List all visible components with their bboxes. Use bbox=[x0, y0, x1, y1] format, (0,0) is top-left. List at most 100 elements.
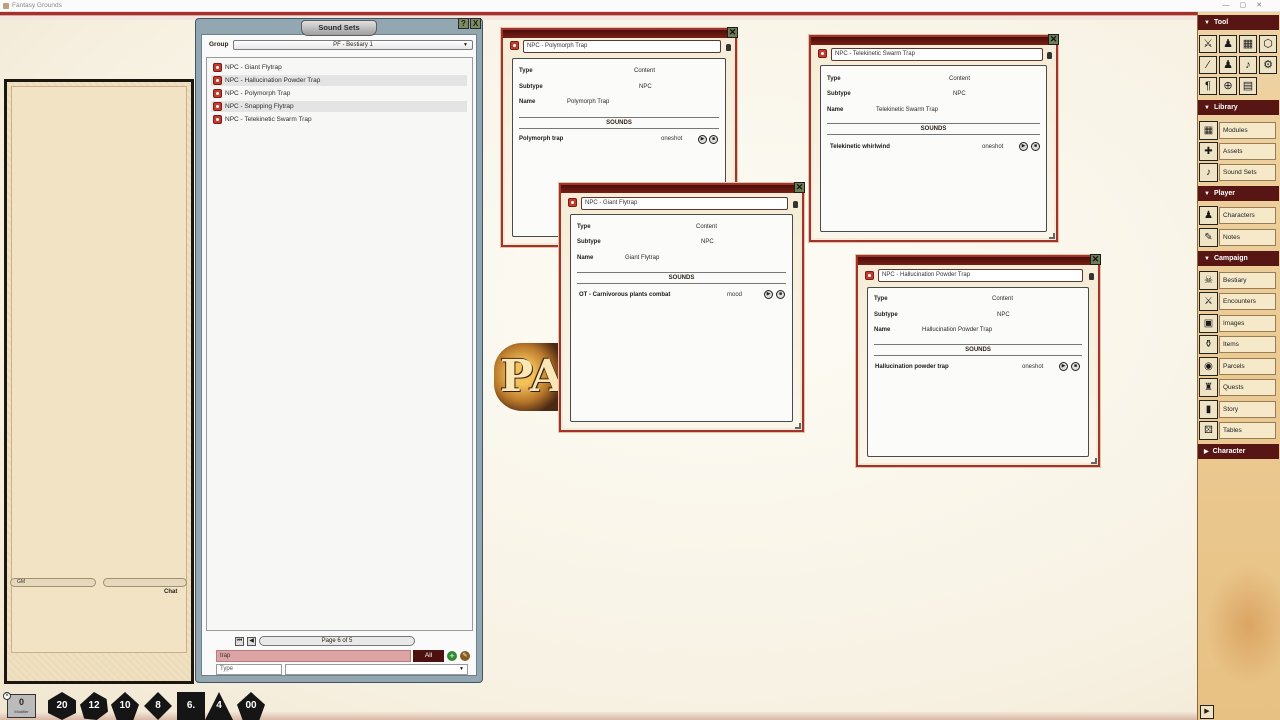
type-filter-input[interactable]: Type bbox=[216, 664, 282, 675]
music-icon[interactable]: ♪ bbox=[1239, 56, 1257, 74]
filter-all-button[interactable]: All bbox=[413, 650, 444, 662]
chat-mode-select[interactable] bbox=[103, 578, 187, 587]
sound-mode: mood bbox=[727, 292, 742, 298]
stop-icon[interactable] bbox=[776, 290, 785, 299]
name-value: Hallucination Powder Trap bbox=[922, 327, 992, 333]
chevron-down-icon: ▼ bbox=[463, 41, 468, 49]
lock-icon[interactable] bbox=[1089, 273, 1094, 280]
crossed-swords-icon: ⚔ bbox=[1199, 292, 1218, 311]
add-icon[interactable]: + bbox=[447, 651, 457, 661]
resize-handle[interactable] bbox=[1049, 233, 1055, 239]
group-select[interactable]: PF - Bestiary 1 ▼ bbox=[233, 40, 473, 50]
record-link-icon[interactable] bbox=[510, 41, 519, 50]
list-item[interactable]: NPC - Polymorph Trap bbox=[211, 88, 467, 99]
die-5-icon[interactable]: 6. bbox=[177, 692, 205, 720]
record-link-icon[interactable] bbox=[213, 115, 222, 124]
sidebar-item-parcels[interactable]: ◉Parcels bbox=[1199, 357, 1277, 376]
sidebar-item-label: Items bbox=[1219, 336, 1276, 353]
sidebar-section-campaign[interactable]: ▼Campaign bbox=[1198, 251, 1279, 266]
sidebar-item-assets[interactable]: ✚Assets bbox=[1199, 142, 1277, 161]
play-icon[interactable] bbox=[1019, 142, 1028, 151]
record-link-icon[interactable] bbox=[213, 89, 222, 98]
sidebar-item-images[interactable]: ▣Images bbox=[1199, 314, 1277, 333]
close-button[interactable]: ✕ bbox=[794, 182, 805, 193]
slash-icon[interactable]: ⁄ bbox=[1199, 56, 1217, 74]
window-controls[interactable]: —▢✕ bbox=[1223, 1, 1272, 9]
scroll-icon[interactable]: ¶ bbox=[1199, 77, 1217, 95]
help-button[interactable]: ? bbox=[458, 18, 469, 29]
person-icon[interactable]: ♟ bbox=[1219, 35, 1237, 53]
sidebar-section-tool[interactable]: ▼Tool bbox=[1198, 15, 1279, 30]
section-label: Campaign bbox=[1214, 255, 1248, 262]
sound-set-list[interactable]: NPC - Giant Flytrap NPC - Hallucination … bbox=[206, 57, 473, 631]
record-name-field[interactable]: NPC - Telekinetic Swarm Trap bbox=[831, 48, 1043, 61]
gear-icon[interactable]: ⚙ bbox=[1259, 56, 1277, 74]
chat-log[interactable] bbox=[11, 86, 187, 653]
resize-handle[interactable] bbox=[1091, 458, 1097, 464]
play-icon[interactable] bbox=[764, 290, 773, 299]
record-name-field[interactable]: NPC - Hallucination Powder Trap bbox=[878, 269, 1083, 282]
subtype-value: NPC bbox=[639, 84, 652, 90]
d20-icon[interactable]: ⬡ bbox=[1259, 35, 1277, 53]
resize-handle[interactable] bbox=[795, 423, 801, 429]
list-item[interactable]: NPC - Telekinetic Swarm Trap bbox=[211, 114, 467, 125]
record-link-icon[interactable] bbox=[213, 76, 222, 85]
sidebar-item-notes[interactable]: ✎Notes bbox=[1199, 228, 1277, 247]
crossed-swords-icon[interactable]: ⚔ bbox=[1199, 35, 1217, 53]
chalice-icon: ♜ bbox=[1199, 378, 1218, 397]
characters-icon: ♟ bbox=[1199, 206, 1218, 225]
record-link-icon[interactable] bbox=[213, 102, 222, 111]
lock-icon[interactable] bbox=[793, 201, 798, 208]
edit-icon[interactable]: ✎ bbox=[460, 651, 470, 661]
close-button[interactable]: ✕ bbox=[1090, 254, 1101, 265]
book-icon[interactable]: ▤ bbox=[1239, 77, 1257, 95]
sidebar-item-items[interactable]: ⚱Items bbox=[1199, 335, 1277, 354]
sidebar-item-sound-sets[interactable]: ♪Sound Sets bbox=[1199, 163, 1277, 182]
record-name-field[interactable]: NPC - Polymorph Trap bbox=[523, 40, 721, 53]
sidebar-section-character[interactable]: ▶Character bbox=[1198, 444, 1279, 459]
type-filter-select[interactable]: ▼ bbox=[285, 664, 468, 675]
sidebar-item-tables[interactable]: ⚄Tables bbox=[1199, 421, 1277, 440]
close-button[interactable]: X bbox=[470, 18, 481, 29]
sidebar-item-characters[interactable]: ♟Characters bbox=[1199, 206, 1277, 225]
token-icon[interactable]: ⊕ bbox=[1219, 77, 1237, 95]
sidebar-item-label: Modules bbox=[1219, 122, 1276, 139]
sidebar-item-story[interactable]: ▮Story bbox=[1199, 400, 1277, 419]
silhouette-icon[interactable]: ♟ bbox=[1219, 56, 1237, 74]
record-link-icon[interactable] bbox=[568, 198, 577, 207]
app-title: Fantasy Grounds bbox=[12, 2, 62, 9]
first-page-button[interactable]: ⏮ bbox=[235, 637, 244, 646]
lock-icon[interactable] bbox=[726, 44, 731, 51]
sidebar-item-encounters[interactable]: ⚔Encounters bbox=[1199, 292, 1277, 311]
record-link-icon[interactable] bbox=[818, 49, 827, 58]
sidebar-item-quests[interactable]: ♜Quests bbox=[1199, 378, 1277, 397]
sidebar-section-library[interactable]: ▼Library bbox=[1198, 100, 1279, 115]
stop-icon[interactable] bbox=[1031, 142, 1040, 151]
close-button[interactable]: ✕ bbox=[727, 27, 738, 38]
stop-icon[interactable] bbox=[709, 135, 718, 144]
sidebar-item-modules[interactable]: ▦Modules bbox=[1199, 121, 1277, 140]
sidebar-next-icon[interactable]: ▶ bbox=[1200, 705, 1214, 719]
list-item[interactable]: NPC - Giant Flytrap bbox=[211, 62, 467, 73]
close-button[interactable]: ✕ bbox=[1048, 34, 1059, 45]
record-link-icon[interactable] bbox=[213, 63, 222, 72]
sidebar-item-bestiary[interactable]: ☠Bestiary bbox=[1199, 271, 1277, 290]
record-name-field[interactable]: NPC - Giant Flytrap bbox=[581, 197, 788, 210]
sidebar-ornament bbox=[1202, 560, 1280, 690]
record-header bbox=[561, 185, 802, 193]
prev-page-button[interactable]: ◀ bbox=[247, 637, 256, 646]
list-item[interactable]: NPC - Hallucination Powder Trap bbox=[211, 75, 467, 86]
stop-icon[interactable] bbox=[1071, 362, 1080, 371]
filter-input[interactable]: trap bbox=[216, 650, 411, 662]
sidebar-section-player[interactable]: ▼Player bbox=[1198, 186, 1279, 201]
chevron-down-icon: ▼ bbox=[1204, 191, 1210, 197]
lock-icon[interactable] bbox=[1047, 52, 1052, 59]
calendar-icon[interactable]: ▦ bbox=[1239, 35, 1257, 53]
chat-identity-select[interactable]: GM bbox=[10, 578, 96, 587]
play-icon[interactable] bbox=[698, 135, 707, 144]
modifier-box[interactable]: 0 Modifier bbox=[7, 694, 36, 718]
reset-modifier-icon[interactable]: × bbox=[3, 692, 11, 700]
record-link-icon[interactable] bbox=[865, 271, 874, 280]
list-item[interactable]: NPC - Snapping Flytrap bbox=[211, 101, 467, 112]
play-icon[interactable] bbox=[1059, 362, 1068, 371]
